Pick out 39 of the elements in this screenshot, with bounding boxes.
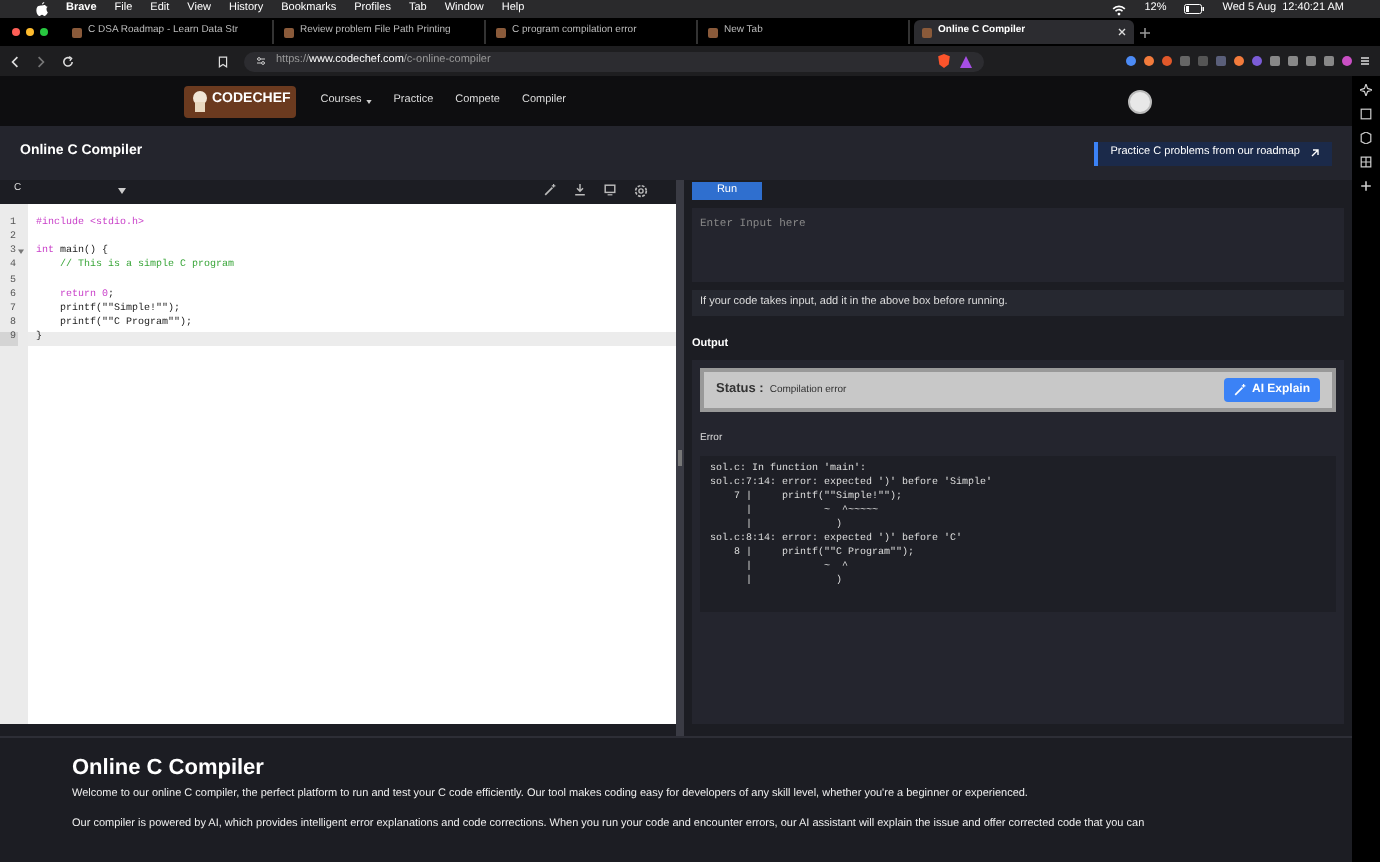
arrow-icon [1310, 148, 1320, 158]
triangle-icon[interactable] [960, 55, 972, 67]
apple-icon[interactable] [36, 2, 48, 16]
favicon-icon [284, 27, 294, 37]
avatar-icon[interactable] [1128, 89, 1152, 113]
shield-icon[interactable] [938, 54, 950, 68]
wifi-icon[interactable] [1112, 3, 1127, 15]
bookmark-icon[interactable] [218, 55, 228, 67]
back-icon[interactable] [10, 55, 20, 67]
minimize-window-control[interactable] [26, 28, 34, 36]
download-icon[interactable] [574, 184, 586, 196]
caret-icon [118, 187, 126, 193]
grid-icon[interactable] [1360, 156, 1372, 168]
site-settings-icon[interactable] [256, 56, 266, 66]
favicon-icon [72, 27, 82, 37]
favicon-icon [922, 27, 932, 37]
magic-wand-icon[interactable] [544, 184, 556, 196]
close-window-control[interactable] [12, 28, 20, 36]
zoom-window-control[interactable] [40, 28, 48, 36]
panel-icon[interactable] [1360, 108, 1372, 120]
reload-icon[interactable] [62, 55, 74, 67]
screen-icon[interactable] [604, 184, 616, 196]
battery-icon[interactable] [1184, 4, 1205, 14]
fold-caret-icon[interactable] [18, 248, 24, 255]
settings-icon[interactable] [634, 183, 648, 197]
close-icon[interactable] [1118, 28, 1126, 36]
profile-icon[interactable] [1342, 56, 1352, 66]
favicon-icon [708, 27, 718, 37]
new-tab-icon[interactable] [1140, 27, 1150, 37]
caret-icon [365, 99, 372, 103]
magic-wand-icon [1233, 384, 1246, 397]
forward-icon[interactable] [36, 55, 46, 67]
chef-hat-icon [190, 89, 210, 113]
add-icon[interactable] [1360, 180, 1372, 192]
menu-icon[interactable] [1360, 56, 1370, 66]
sparkle-icon[interactable] [1360, 84, 1372, 96]
about-title: Online C Compiler [72, 758, 266, 780]
favicon-icon [496, 27, 506, 37]
cube-icon[interactable] [1360, 132, 1372, 144]
